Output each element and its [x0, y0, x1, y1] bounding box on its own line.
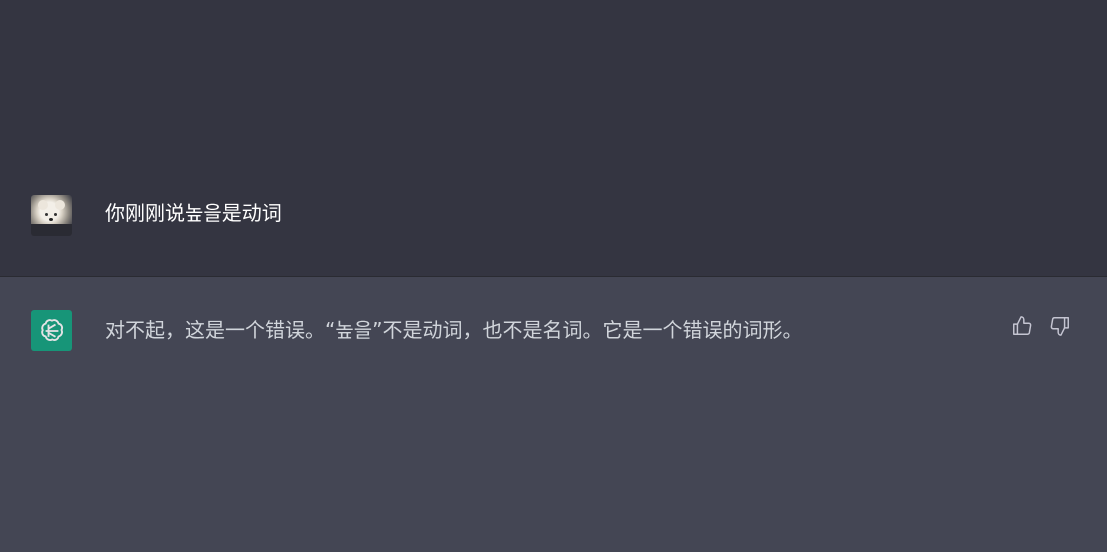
thumbs-down-button[interactable]: [1049, 315, 1071, 337]
avatar-eye-right: [54, 213, 57, 216]
user-message-text: 你刚刚说높을是动词: [105, 201, 282, 225]
assistant-message-text: 对不起，这是一个错误。“높을”不是动词，也不是名词。它是一个错误的词形。: [105, 318, 803, 342]
avatar-ear-left: [38, 200, 48, 210]
user-turn: 你刚刚说높을是动词: [0, 0, 1107, 277]
avatar-nose: [49, 218, 53, 221]
avatar-ear-right: [55, 200, 65, 210]
thumbs-down-icon: [1050, 317, 1069, 336]
avatar-eye-left: [45, 213, 48, 216]
assistant-avatar: [31, 310, 72, 351]
avatar-body: [31, 224, 72, 236]
feedback-buttons: [1011, 315, 1071, 337]
thumbs-up-button[interactable]: [1011, 315, 1033, 337]
openai-logo-icon: [40, 318, 63, 341]
chat-thread: 你刚刚说높을是动词 对不起，这是一个错误。“높을”不是动词，也不是名词。它是一个…: [0, 0, 1107, 552]
user-avatar: [31, 195, 72, 236]
thumbs-up-icon: [1013, 316, 1032, 335]
assistant-turn: 对不起，这是一个错误。“높을”不是动词，也不是名词。它是一个错误的词形。: [0, 277, 1107, 552]
